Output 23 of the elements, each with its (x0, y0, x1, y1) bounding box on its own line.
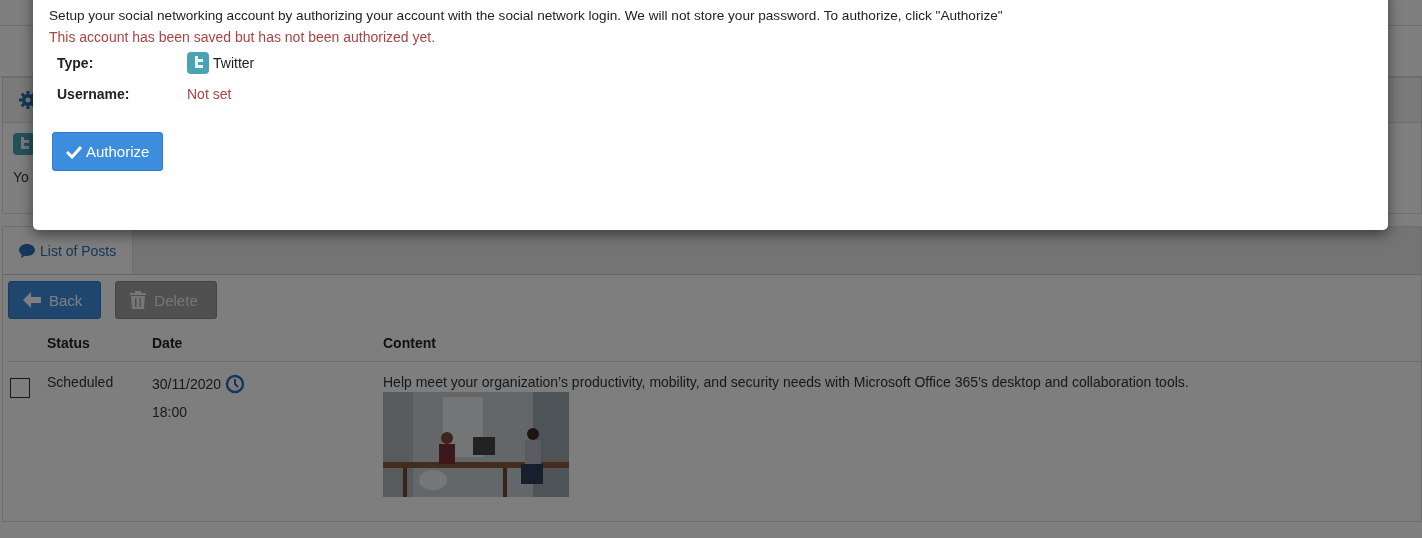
authorize-button[interactable]: Authorize (52, 132, 164, 171)
date-cell: 30/11/2020 (152, 376, 222, 392)
row-checkbox[interactable] (10, 378, 30, 398)
account-text: Yo (13, 169, 30, 185)
field-label: Type: (57, 55, 95, 71)
back-button[interactable]: Back (8, 281, 102, 319)
tab[interactable]: List of Posts (3, 227, 134, 274)
column-header: Content (383, 335, 437, 351)
column-header: Status (47, 335, 91, 351)
field-value: Twitter (213, 55, 255, 71)
field-value: Not set (187, 86, 232, 102)
trash-icon (130, 291, 147, 309)
field-label: Username: (57, 86, 131, 102)
time-cell-text: 18:00 (152, 404, 189, 420)
clock-icon (225, 374, 246, 394)
status-cell-text: Scheduled (47, 374, 115, 390)
arrow-left-icon (23, 292, 41, 308)
warning-text: This account has been saved but has not been authorized yet. (49, 28, 437, 47)
check-icon (66, 144, 82, 159)
description-text: Setup your social networking account by authorizing your account with the social network login. We will not store your password. To authorize, click "Authorize" (49, 7, 1004, 25)
content-cell-text: Help meet your organization’s productivity, mobility, and security needs with Microsoft Office 365’s desktop and collaboration tools. (383, 374, 1190, 390)
column-header: Date (152, 335, 184, 351)
speech-bubble-icon (19, 242, 35, 259)
